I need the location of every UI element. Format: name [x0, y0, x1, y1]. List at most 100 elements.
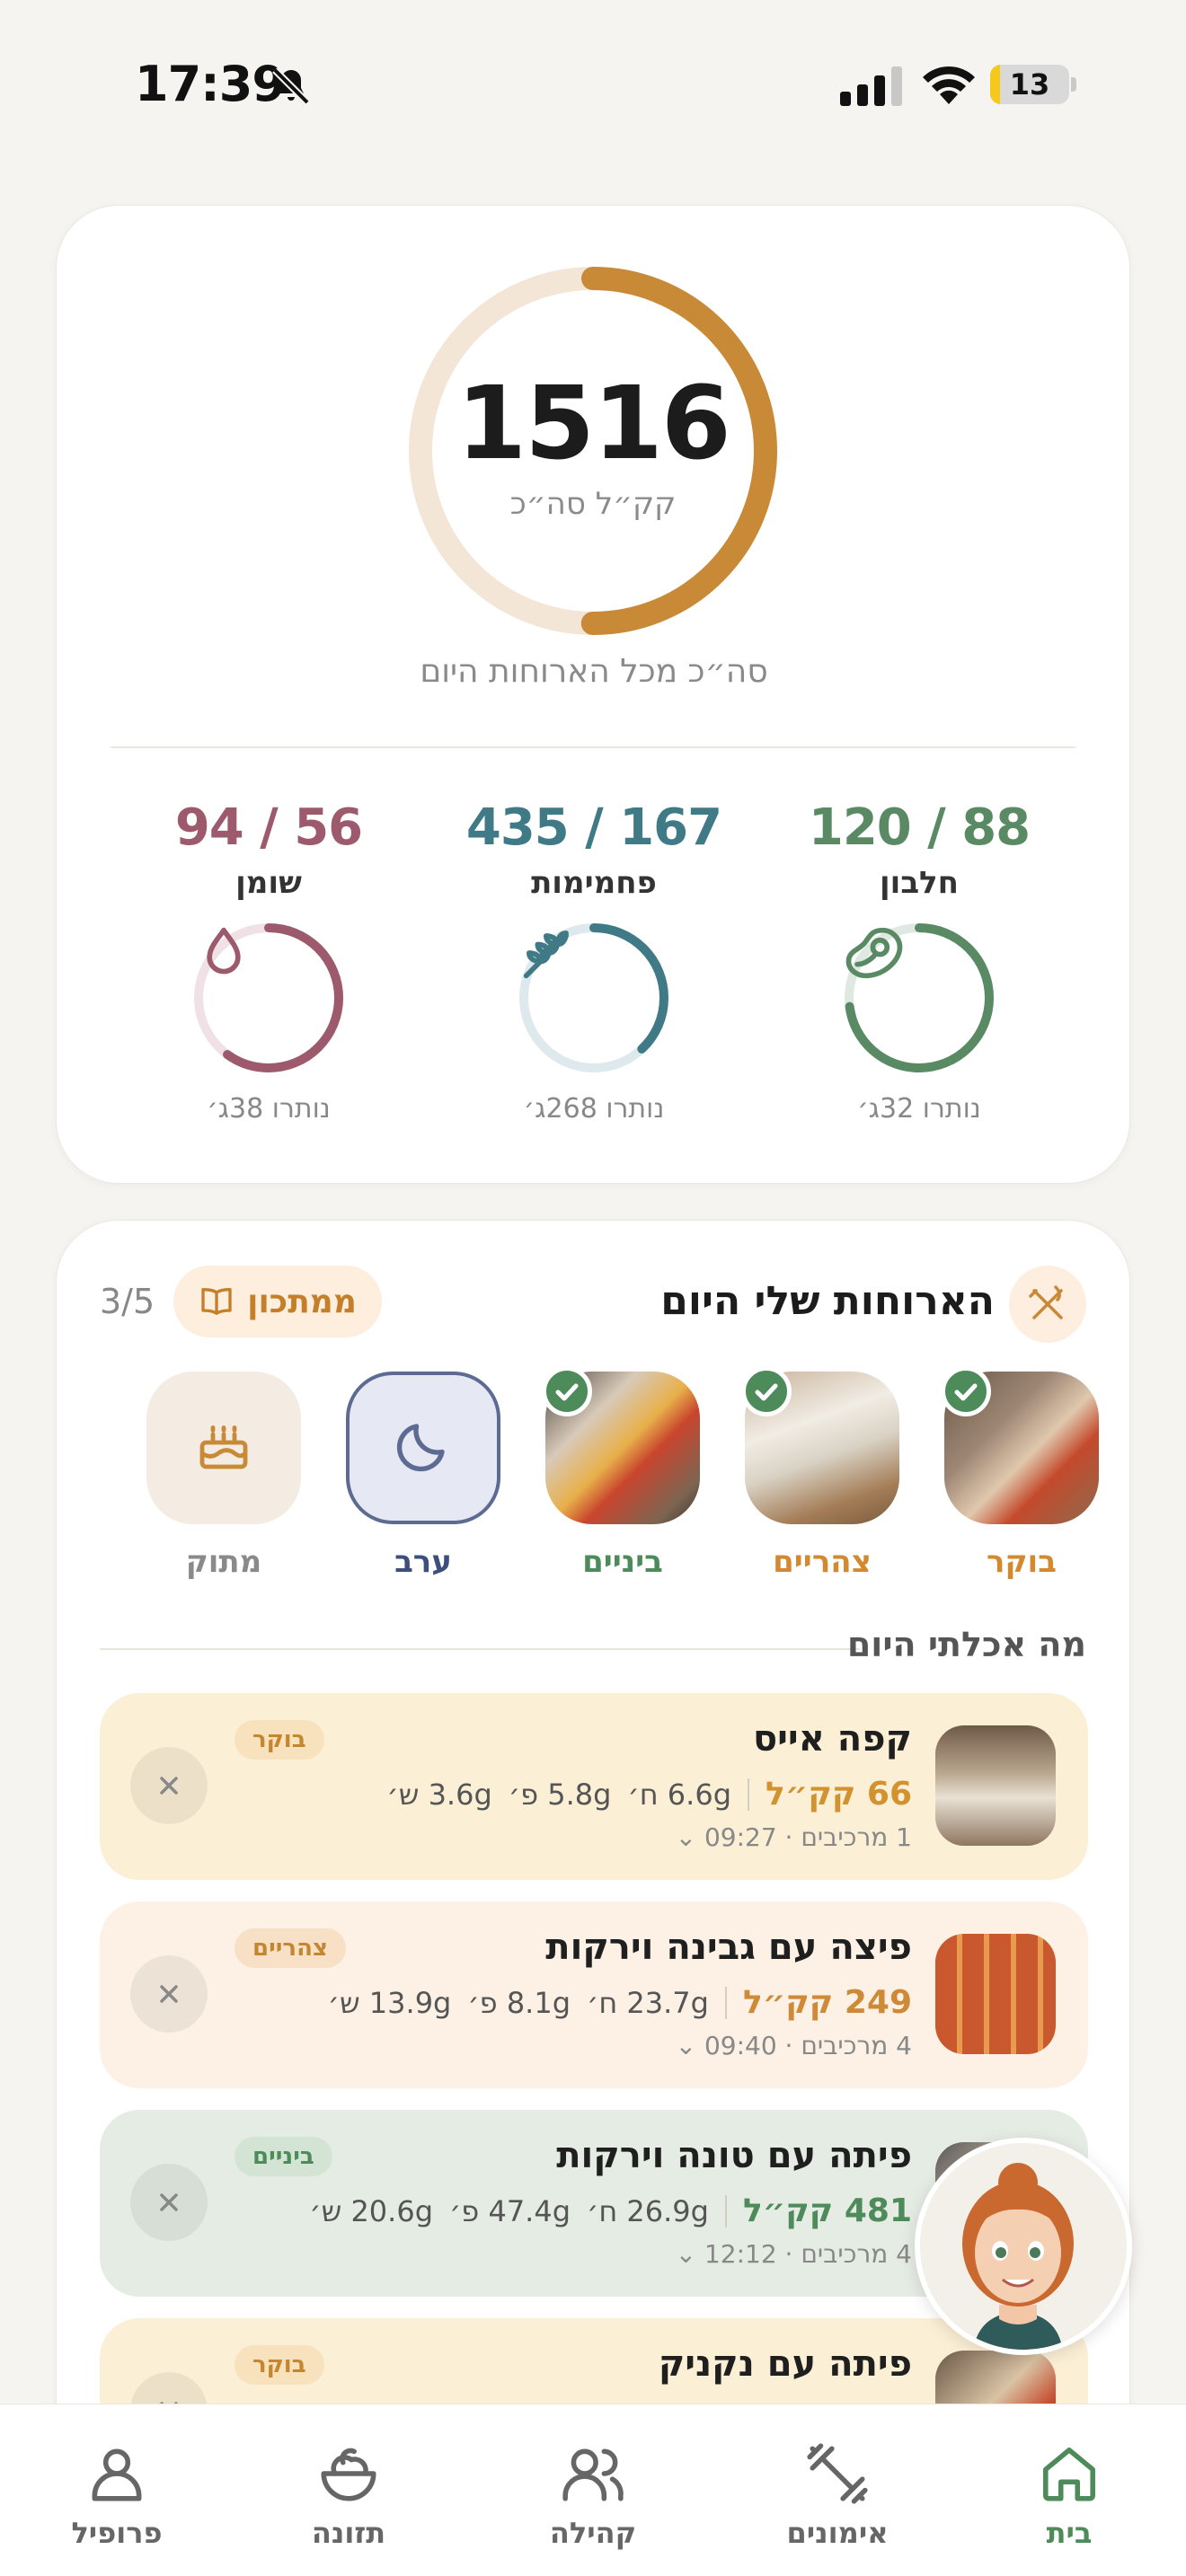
meal-tile-dinner[interactable]: ערב — [346, 1372, 500, 1580]
meal-tile-dessert[interactable]: מתוק — [146, 1372, 301, 1580]
chevron-down-icon: ⌄ — [675, 2031, 697, 2060]
close-icon — [160, 1985, 178, 2003]
food-entry-photo — [935, 1725, 1056, 1846]
food-entry-name: פיתה עם טונה וירקות — [556, 2135, 912, 2176]
from-recipe-button[interactable]: ממתכון — [173, 1266, 382, 1337]
food-entry-protein: 26.9g ח׳ — [587, 2193, 709, 2228]
food-entry-meta[interactable]: 1 מרכיבים · 09:27 ⌄ — [676, 1822, 912, 1852]
food-entry-meta-text: 4 מרכיבים · 09:40 — [704, 2031, 912, 2060]
macro-protein-label: חלבון — [879, 865, 959, 901]
food-entry[interactable]: קפה אייס 66 קק״ל 6.6g ח׳ 5.8g פ׳ 3.6g ש׳… — [100, 1693, 1088, 1880]
food-entry-stats: 249 קק״ל 23.7g ח׳ 8.1g פ׳ 13.9g ש׳ — [328, 1984, 912, 2021]
remove-entry-button[interactable] — [130, 2164, 208, 2241]
nav-community[interactable]: קהילה — [494, 2440, 692, 2550]
users-icon — [562, 2448, 624, 2501]
food-entry-tag: ביניים — [235, 2137, 332, 2176]
nav-nutrition-label: תזונה — [311, 2516, 386, 2550]
check-icon — [741, 1366, 792, 1416]
meal-tiles: בוקר צהריים ביניים ערב מתוק — [57, 1366, 1129, 1596]
food-entry-carbs: 8.1g פ׳ — [467, 1985, 571, 2020]
macro-fat-ring — [190, 919, 348, 1077]
macro-fat-remaining: נותרו 38ג׳ — [207, 1093, 331, 1125]
steak-icon — [845, 927, 903, 979]
salad-bowl-icon — [321, 2448, 376, 2501]
bell-off-icon — [272, 67, 310, 105]
total-calories: 1516 — [456, 366, 731, 482]
macro-protein-value: 120 / 88 — [808, 798, 1031, 857]
food-entry-meta-text: 1 מרכיבים · 09:27 — [704, 1822, 912, 1852]
cellular-signal-icon — [840, 66, 902, 106]
moon-icon — [396, 1424, 445, 1472]
meals-count: 3/5 — [100, 1282, 155, 1321]
meal-tile-label: מתוק — [185, 1544, 262, 1580]
dumbbell-icon — [807, 2443, 868, 2504]
from-recipe-label: ממתכון — [247, 1283, 357, 1320]
nav-community-label: קהילה — [549, 2516, 637, 2550]
macro-protein-ring — [840, 919, 998, 1077]
meal-tile-breakfast[interactable]: בוקר — [941, 1366, 1099, 1580]
status-bar: 17:39 13 — [0, 0, 1186, 171]
user-icon — [92, 2448, 142, 2501]
nav-profile-label: פרופיל — [71, 2516, 163, 2550]
nav-home[interactable]: בית — [970, 2440, 1168, 2550]
food-entry-name: קפה אייס — [752, 1718, 912, 1760]
food-entry-stats: 481 קק״ל 26.9g ח׳ 47.4g פ׳ 20.6g ש׳ — [309, 2192, 912, 2229]
eaten-today-title: מה אכלתי היום — [846, 1625, 1086, 1664]
food-entry-name: פיצה עם גבינה וירקות — [545, 1927, 912, 1968]
meal-tile-snack[interactable]: ביניים — [542, 1366, 700, 1580]
close-icon — [160, 1777, 178, 1795]
food-entry-tag: צהריים — [235, 1928, 346, 1968]
status-time: 17:39 — [135, 56, 286, 112]
battery-indicator: 13 — [990, 65, 1076, 104]
meal-tile-lunch[interactable]: צהריים — [741, 1366, 899, 1580]
nav-nutrition[interactable]: תזונה — [250, 2440, 447, 2550]
nav-workouts-label: אימונים — [786, 2516, 889, 2550]
bottom-navigation: בית אימונים קהילה תזונה פרופיל — [0, 2404, 1186, 2576]
nav-workouts[interactable]: אימונים — [739, 2440, 936, 2550]
food-entry-protein: 6.6g ח׳ — [627, 1777, 731, 1812]
utensils-icon — [1009, 1266, 1086, 1343]
food-entry-tag: בוקר — [235, 2345, 324, 2385]
macro-carbs-label: פחמימות — [531, 865, 657, 901]
macro-fat-label: שומן — [235, 865, 302, 901]
food-entry-carbs: 47.4g פ׳ — [449, 2193, 571, 2228]
book-icon — [201, 1288, 232, 1315]
food-entry-meta[interactable]: 4 מרכיבים · 12:12 ⌄ — [676, 2239, 912, 2269]
chevron-down-icon: ⌄ — [675, 2239, 697, 2269]
close-icon — [160, 2193, 178, 2211]
food-entry-meta[interactable]: 4 מרכיבים · 09:40 ⌄ — [676, 2031, 912, 2060]
macro-fat-value: 94 / 56 — [174, 798, 363, 857]
chevron-down-icon: ⌄ — [675, 1822, 697, 1852]
stats-separator — [724, 2194, 727, 2228]
section-divider — [100, 1648, 860, 1650]
calories-caption: סה״כ מכל הארוחות היום — [420, 653, 768, 690]
food-entry-kcal: 481 קק״ל — [742, 2192, 912, 2229]
total-calories-unit: קק״ל סה״כ — [509, 486, 677, 522]
nav-profile[interactable]: פרופיל — [18, 2440, 216, 2550]
macro-carbs-remaining: נותרו 268ג׳ — [523, 1093, 665, 1125]
macro-carbs-ring — [515, 919, 673, 1077]
food-entry[interactable]: פיצה עם גבינה וירקות 249 קק״ל 23.7g ח׳ 8… — [100, 1901, 1088, 2088]
food-entry-meta-text: 4 מרכיבים · 12:12 — [704, 2239, 912, 2269]
assistant-avatar-illustration — [920, 2143, 1127, 2350]
macro-protein[interactable]: 120 / 88 חלבון נותרו 32ג׳ — [766, 798, 1072, 1125]
battery-percent: 13 — [1009, 67, 1050, 101]
check-icon — [941, 1366, 991, 1416]
cake-icon — [199, 1425, 248, 1469]
macro-carbs[interactable]: 435 / 167 פחמימות נותרו 268ג׳ — [441, 798, 747, 1125]
remove-entry-button[interactable] — [130, 1955, 208, 2033]
food-entry-carbs: 5.8g פ׳ — [508, 1777, 612, 1812]
stats-separator — [748, 1778, 749, 1811]
food-entry-kcal: 66 קק״ל — [766, 1776, 912, 1813]
wifi-icon — [923, 66, 975, 104]
food-entry-fat: 20.6g ש׳ — [309, 2193, 433, 2228]
meals-title: הארוחות שלי היום — [660, 1278, 995, 1324]
food-entry-name: פיתה עם נקניק — [658, 2343, 912, 2385]
assistant-avatar[interactable] — [915, 2138, 1132, 2355]
macro-fat[interactable]: 94 / 56 שומן נותרו 38ג׳ — [116, 798, 421, 1125]
food-entry-protein: 23.7g ח׳ — [587, 1985, 709, 2020]
remove-entry-button[interactable] — [130, 1747, 208, 1824]
food-entry-stats: 66 קק״ל 6.6g ח׳ 5.8g פ׳ 3.6g ש׳ — [386, 1776, 912, 1813]
nav-home-label: בית — [1046, 2516, 1093, 2550]
meal-tile-label: צהריים — [773, 1544, 872, 1580]
